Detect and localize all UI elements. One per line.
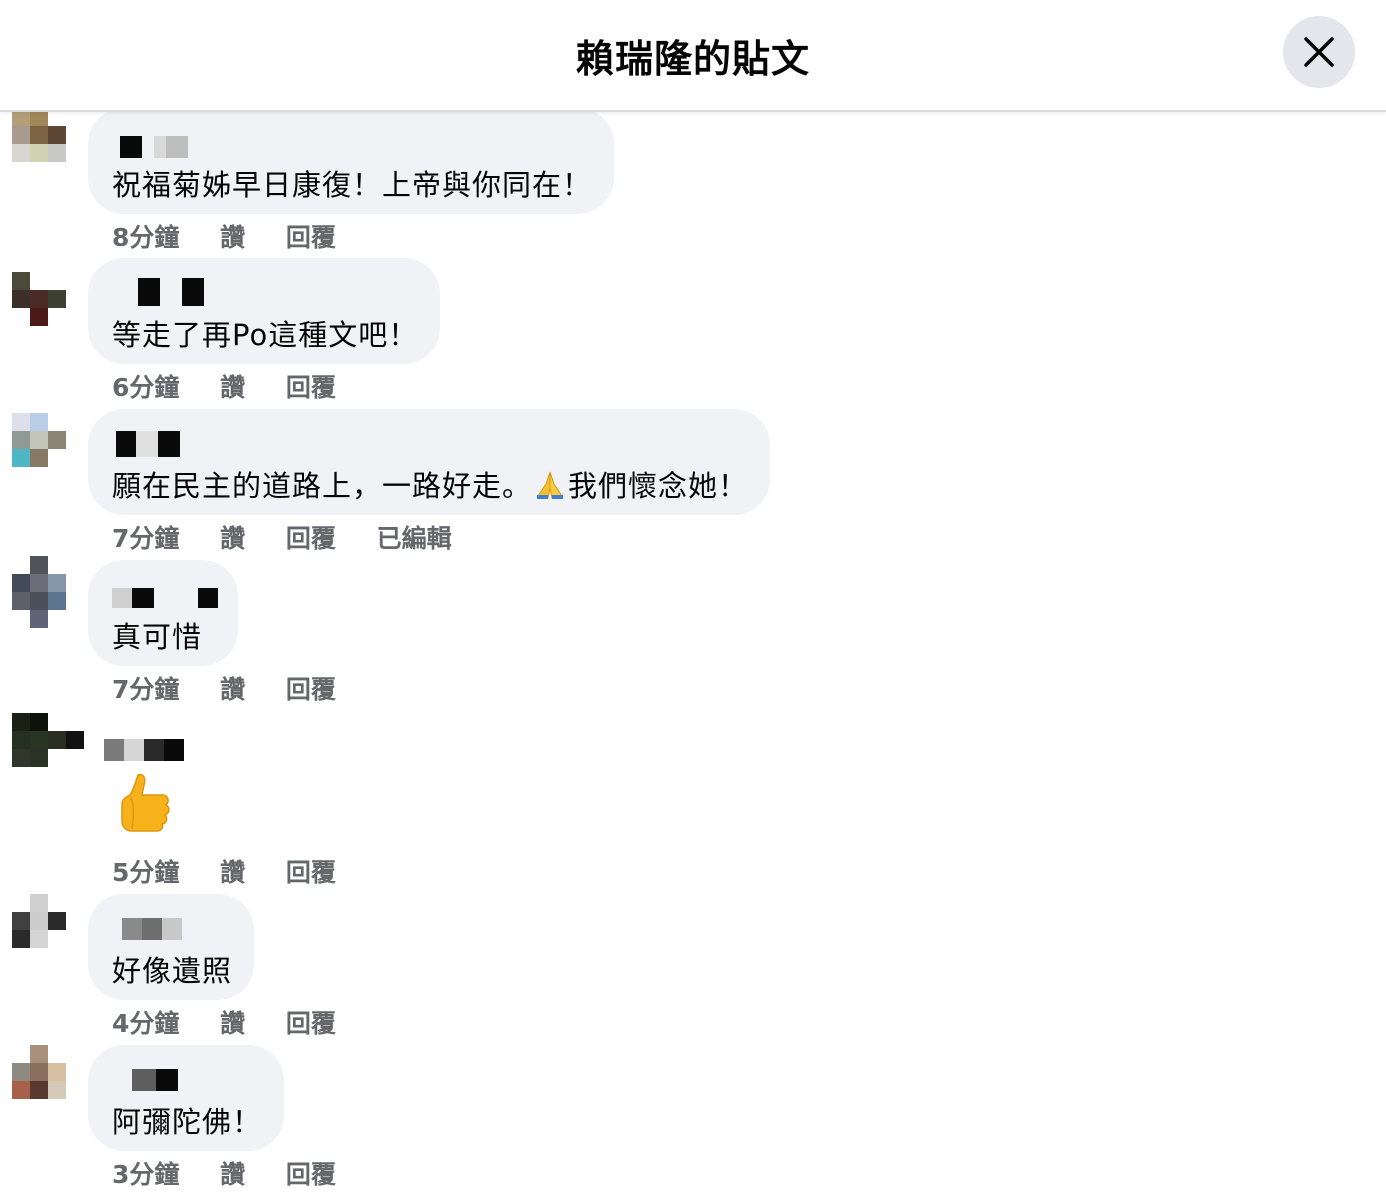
like-button[interactable]: 讚 — [220, 670, 245, 706]
comment-actions: 6分鐘 讚 回覆 — [112, 368, 336, 404]
avatar[interactable] — [12, 713, 84, 785]
comment-timestamp[interactable]: 7分鐘 — [112, 670, 179, 706]
comment-actions: 8分鐘 讚 回覆 — [112, 218, 336, 254]
reply-button[interactable]: 回覆 — [286, 853, 336, 889]
like-button[interactable]: 讚 — [220, 368, 245, 404]
avatar[interactable] — [12, 894, 84, 966]
dialog-title: 賴瑞隆的貼文 — [575, 37, 810, 81]
avatar[interactable] — [12, 272, 84, 344]
avatar[interactable] — [12, 556, 84, 628]
comment-bubble: 祝福菊姊早日康復！上帝與你同在！ — [88, 108, 614, 214]
comment-bubble: 願在民主的道路上，一路好走。 我們懷念她！ — [88, 409, 770, 515]
comment-bubble: 好像遺照 — [88, 894, 254, 1000]
comment-text: 好像遺照 — [112, 954, 233, 988]
comment-timestamp[interactable]: 3分鐘 — [112, 1155, 179, 1191]
comment-actions: 4分鐘 讚 回覆 — [112, 1004, 336, 1040]
comment-actions: 3分鐘 讚 回覆 — [112, 1155, 336, 1191]
comment-text: 願在民主的道路上，一路好走。 我們懷念她！ — [112, 463, 748, 505]
comment-bubble: 阿彌陀佛！ — [88, 1045, 284, 1151]
comment-text: 真可惜 — [112, 620, 203, 654]
commenter-name[interactable] — [120, 136, 188, 158]
comment-timestamp[interactable]: 4分鐘 — [112, 1004, 179, 1040]
avatar[interactable] — [12, 1045, 84, 1117]
edited-label[interactable]: 已編輯 — [377, 519, 452, 555]
commenter-name[interactable] — [104, 739, 184, 761]
commenter-name[interactable] — [132, 1069, 178, 1091]
reply-button[interactable]: 回覆 — [286, 368, 336, 404]
comment-text: 等走了再Po這種文吧！ — [112, 318, 419, 352]
reply-button[interactable]: 回覆 — [286, 218, 336, 254]
reply-button[interactable]: 回覆 — [286, 519, 336, 555]
commenter-name[interactable] — [116, 431, 180, 457]
folded-hands-emoji — [534, 470, 566, 500]
comment-text-part: 我們懷念她！ — [568, 469, 749, 503]
like-button[interactable]: 讚 — [220, 218, 245, 254]
comment-text: 祝福菊姊早日康復！上帝與你同在！ — [112, 168, 593, 202]
dialog-header: 賴瑞隆的貼文 — [0, 0, 1386, 112]
comment-bubble: 真可惜 — [88, 560, 238, 666]
like-button[interactable]: 讚 — [220, 1004, 245, 1040]
comment-actions: 7分鐘 讚 回覆 已編輯 — [112, 519, 452, 555]
comment-actions: 5分鐘 讚 回覆 — [112, 853, 336, 889]
close-icon — [1304, 37, 1334, 67]
reply-button[interactable]: 回覆 — [286, 670, 336, 706]
commenter-name[interactable] — [122, 918, 182, 940]
commenter-name[interactable] — [138, 278, 204, 306]
reply-button[interactable]: 回覆 — [286, 1155, 336, 1191]
thumbs-up-emoji — [118, 771, 172, 833]
like-button[interactable]: 讚 — [220, 1155, 245, 1191]
comment-bubble: 等走了再Po這種文吧！ — [88, 258, 440, 364]
comment-timestamp[interactable]: 6分鐘 — [112, 368, 179, 404]
comment-text: 阿彌陀佛！ — [112, 1105, 263, 1139]
comment-timestamp[interactable]: 5分鐘 — [112, 853, 179, 889]
comment-actions: 7分鐘 讚 回覆 — [112, 670, 336, 706]
comment-timestamp[interactable]: 7分鐘 — [112, 519, 179, 555]
post-comments-dialog: 賴瑞隆的貼文 祝福菊姊早日康復！上帝與你同在！ 8分鐘 讚 回覆 等走了再Po這… — [0, 0, 1386, 1198]
like-button[interactable]: 讚 — [220, 853, 245, 889]
commenter-name[interactable] — [112, 588, 218, 608]
close-button[interactable] — [1283, 16, 1355, 88]
avatar[interactable] — [12, 108, 84, 180]
comment-timestamp[interactable]: 8分鐘 — [112, 218, 179, 254]
comment-text-part: 願在民主的道路上，一路好走。 — [112, 469, 533, 503]
reply-button[interactable]: 回覆 — [286, 1004, 336, 1040]
like-button[interactable]: 讚 — [220, 519, 245, 555]
avatar[interactable] — [12, 413, 84, 485]
